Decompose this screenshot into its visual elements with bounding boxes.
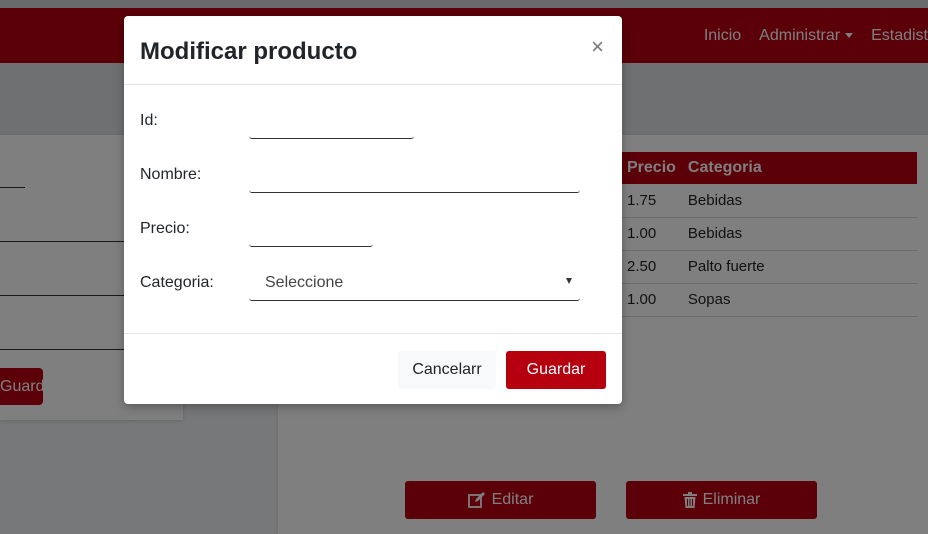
categoria-selected-value: Seleccione bbox=[265, 274, 344, 291]
close-button[interactable]: × bbox=[591, 36, 604, 58]
cancel-button-label: Cancelarr bbox=[412, 361, 482, 378]
modal-title: Modificar producto bbox=[140, 38, 358, 65]
precio-field[interactable] bbox=[249, 223, 373, 247]
cancel-button[interactable]: Cancelarr bbox=[398, 351, 496, 389]
precio-label: Precio: bbox=[140, 220, 190, 237]
edit-product-modal: Modificar producto × Id: Nombre: Precio:… bbox=[124, 16, 622, 404]
modal-header: Modificar producto × bbox=[124, 16, 622, 85]
save-button-label: Guardar bbox=[526, 361, 586, 378]
id-field[interactable] bbox=[249, 115, 414, 139]
modal-footer: Cancelarr Guardar bbox=[124, 333, 622, 404]
nombre-field[interactable] bbox=[249, 169, 580, 193]
close-icon: × bbox=[591, 34, 604, 59]
categoria-label: Categoria: bbox=[140, 274, 214, 291]
id-label: Id: bbox=[140, 112, 158, 129]
dropdown-arrow-icon bbox=[566, 278, 572, 284]
nombre-label: Nombre: bbox=[140, 166, 202, 183]
save-button[interactable]: Guardar bbox=[506, 351, 606, 389]
categoria-select[interactable]: Seleccione bbox=[249, 268, 580, 301]
